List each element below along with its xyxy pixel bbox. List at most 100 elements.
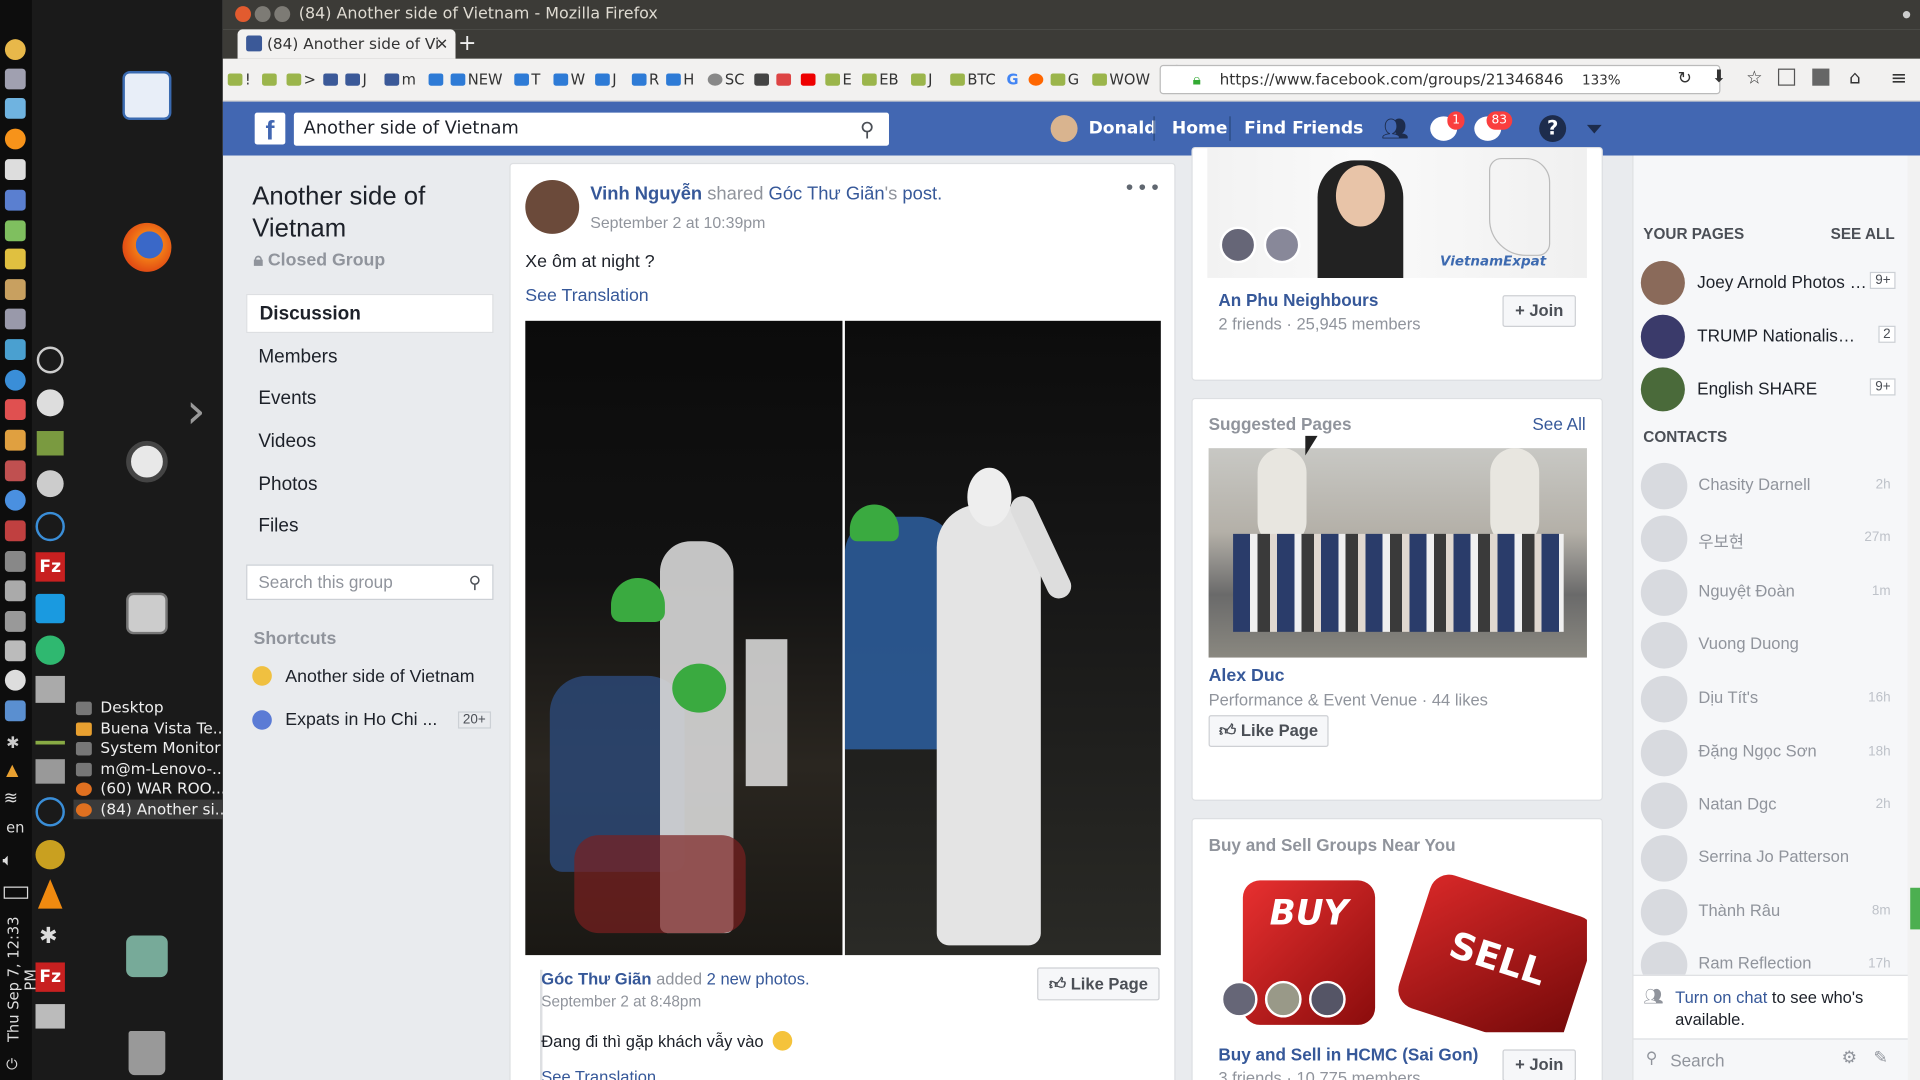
document-icon[interactable] — [122, 71, 172, 121]
language-indicator[interactable]: en — [6, 819, 24, 836]
window-item[interactable]: (84) Another si... — [73, 798, 223, 820]
bitcoin-icon[interactable] — [4, 128, 26, 150]
group-name-link[interactable]: An Phu Neighbours — [1218, 290, 1378, 310]
bookmark[interactable]: > — [286, 71, 316, 88]
compose-icon[interactable]: ✎ — [1873, 1048, 1887, 1068]
bookmark[interactable] — [776, 71, 793, 88]
apps-icon[interactable] — [4, 248, 26, 270]
your-page-item[interactable]: Joey Arnold Photos S... 9+ — [1640, 260, 1896, 305]
nav-files[interactable]: Files — [246, 507, 493, 546]
bookmark[interactable]: J — [911, 71, 933, 88]
group-cover-image[interactable]: VietnamExpat — [1207, 148, 1587, 278]
window-item[interactable]: m@m-Lenovo-... — [73, 759, 223, 779]
dogecoin-icon[interactable] — [35, 840, 65, 870]
scrollbar-thumb[interactable] — [1910, 887, 1920, 930]
source-link[interactable]: Góc Thư Giãn — [769, 184, 885, 205]
avatar[interactable] — [1050, 115, 1078, 143]
group-name-link[interactable]: Buy and Sell in HCMC (Sai Gon) — [1218, 1044, 1478, 1064]
bookmark[interactable]: BTC — [950, 71, 996, 88]
contact-item[interactable]: Đặng Ngọc Sơn 18h — [1640, 729, 1893, 778]
app-icon[interactable] — [4, 68, 26, 90]
inner-timestamp[interactable]: September 2 at 8:48pm — [541, 993, 701, 1010]
group-cover-image[interactable]: BUY SELL — [1208, 870, 1587, 1033]
app-icon[interactable] — [4, 429, 26, 451]
chat-search-input[interactable]: ⚲ Search ⚙ ✎ — [1633, 1038, 1908, 1080]
files-icon[interactable] — [126, 592, 168, 635]
vlc-icon[interactable]: ▲ — [6, 762, 18, 780]
app-icon[interactable] — [35, 722, 65, 745]
close-window-icon[interactable] — [235, 6, 252, 23]
more-options-icon[interactable]: ••• — [1124, 176, 1162, 199]
download-icon[interactable]: ⬇ — [1712, 67, 1726, 87]
filezilla-icon[interactable]: Fz — [35, 962, 65, 992]
bookmark[interactable]: SC — [707, 71, 744, 88]
nav-events[interactable]: Events — [246, 380, 493, 419]
bookmark[interactable] — [323, 71, 340, 88]
window-item[interactable]: Desktop — [73, 698, 222, 718]
atom-icon[interactable] — [35, 797, 65, 827]
tab-active[interactable]: (84) Another side of Vi ✕ — [237, 29, 456, 59]
new-tab-icon[interactable]: + — [458, 29, 476, 58]
trash-icon[interactable] — [128, 1031, 166, 1076]
app-icon[interactable] — [35, 593, 65, 624]
bookmark-star-icon[interactable]: ☆ — [1746, 66, 1762, 88]
window-item[interactable]: System Monitor — [73, 738, 222, 758]
volume-icon[interactable]: 🔈︎ — [2, 851, 12, 871]
close-tab-icon[interactable]: ✕ — [436, 29, 448, 58]
bookmark[interactable]: G — [1050, 71, 1079, 88]
see-translation-link[interactable]: See Translation — [525, 287, 648, 307]
bookmark[interactable]: H — [666, 71, 694, 88]
vlc-icon[interactable] — [37, 879, 63, 909]
app-icon[interactable] — [4, 460, 26, 482]
app-icon[interactable] — [4, 399, 26, 421]
url-bar[interactable]: 🔒︎ https://www.facebook.com/groups/21346… — [1159, 64, 1721, 95]
spreadsheet-icon[interactable] — [4, 220, 26, 242]
contact-item[interactable]: Thành Râu 8m — [1640, 888, 1893, 937]
minimize-window-icon[interactable] — [254, 6, 271, 23]
inner-author-link[interactable]: Góc Thư Giãn — [541, 970, 651, 988]
nav-members[interactable]: Members — [246, 338, 493, 377]
contact-item[interactable]: Dịu Tít's 16h — [1640, 675, 1893, 724]
obs-icon[interactable] — [36, 346, 64, 374]
bookmark[interactable]: G — [1007, 71, 1019, 88]
webcam-icon[interactable] — [36, 470, 64, 498]
bluetooth-icon[interactable]: ✱ — [39, 923, 57, 949]
chevron-right-icon[interactable]: › — [186, 387, 206, 436]
firefox-icon[interactable] — [122, 222, 172, 272]
shortcut-item[interactable]: Expats in Ho Chi ... 20+ — [252, 709, 497, 736]
maximize-window-icon[interactable] — [274, 6, 291, 23]
contact-item[interactable]: Natan Dgc 2h — [1640, 781, 1893, 830]
app-icon[interactable] — [4, 369, 26, 391]
app-icon[interactable] — [4, 308, 26, 330]
bookmark[interactable] — [262, 71, 279, 88]
scrollbar[interactable] — [1907, 155, 1920, 1080]
post-timestamp[interactable]: September 2 at 10:39pm — [590, 213, 765, 231]
filezilla-icon[interactable]: Fz — [35, 552, 65, 582]
battery-icon[interactable] — [3, 886, 29, 899]
bookmark[interactable]: m — [384, 71, 416, 88]
bookmark[interactable] — [754, 71, 771, 88]
join-button[interactable]: + Join — [1502, 1049, 1576, 1080]
facebook-logo-icon[interactable]: f — [254, 112, 286, 146]
avatar[interactable] — [525, 180, 580, 234]
gear-icon[interactable]: ⚙ — [1842, 1048, 1857, 1068]
calculator-icon[interactable] — [4, 189, 26, 211]
app-icon[interactable] — [4, 520, 26, 542]
chromium-icon[interactable] — [4, 489, 26, 511]
contact-item[interactable]: Chasity Darnell 2h — [1640, 462, 1893, 511]
bookmark[interactable]: WOW — [1092, 71, 1150, 88]
app-icon[interactable] — [4, 700, 26, 722]
bookmark[interactable]: NEW — [450, 71, 503, 88]
editor-icon[interactable] — [4, 159, 26, 181]
contact-item[interactable]: Serrina Jo Patterson — [1640, 834, 1893, 883]
post-photo[interactable] — [844, 320, 1161, 956]
contact-item[interactable]: 우보현 27m — [1640, 514, 1893, 563]
nav-photos[interactable]: Photos — [246, 465, 493, 504]
window-item[interactable]: Buena Vista Te... — [73, 718, 223, 738]
app-icon[interactable] — [35, 759, 65, 784]
power-icon[interactable]: ⏻ — [6, 1056, 18, 1074]
your-page-item[interactable]: English SHARE 9+ — [1640, 367, 1896, 412]
coin-icon[interactable] — [4, 39, 26, 61]
photos-link[interactable]: 2 new photos. — [707, 970, 810, 988]
bookmark[interactable]: T — [514, 71, 540, 88]
